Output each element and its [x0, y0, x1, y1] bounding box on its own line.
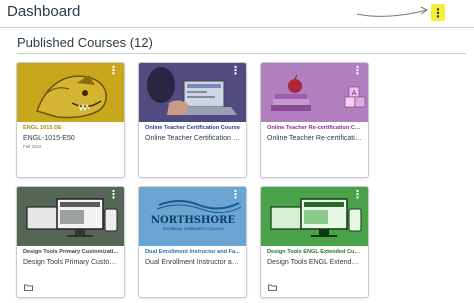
course-card[interactable]: NORTHSHORE TECHNICAL COMMUNITY COLLEGE ⋮… [138, 186, 247, 298]
published-courses-heading: Published Courses (12) [17, 35, 153, 50]
course-card-image[interactable]: ⋮ [139, 63, 246, 122]
card-options-icon[interactable]: ⋮ [352, 190, 363, 201]
dashboard-header: Dashboard ⋮ [0, 0, 474, 28]
course-term: Fall 2022 [23, 144, 42, 149]
svg-text:TECHNICAL COMMUNITY COLLEGE: TECHNICAL COMMUNITY COLLEGE [161, 227, 224, 231]
card-options-icon[interactable]: ⋮ [352, 66, 363, 77]
kebab-icon: ⋮ [432, 5, 444, 20]
course-card[interactable]: ⋮ Online Teacher Certification Course On… [138, 62, 247, 178]
course-name: Dual Enrollment Instructor an... [145, 259, 240, 266]
course-card[interactable]: A ⋮ Online Teacher Re-certification Cour… [260, 62, 369, 178]
folder-icon[interactable] [24, 284, 33, 291]
course-code[interactable]: Design Tools Primary Customizati... [23, 249, 118, 256]
course-name: ENGL-1015-E50 [23, 135, 75, 142]
course-card-image[interactable]: ⋮ [17, 63, 124, 122]
course-name: Online Teacher Re-certification ... [267, 135, 362, 142]
svg-text:NORTHSHORE: NORTHSHORE [151, 215, 236, 226]
course-card-image[interactable]: NORTHSHORE TECHNICAL COMMUNITY COLLEGE ⋮ [139, 187, 246, 246]
card-options-icon[interactable]: ⋮ [108, 190, 119, 201]
course-code[interactable]: Dual Enrollment Instructor and Fa... [145, 249, 240, 256]
card-options-icon[interactable]: ⋮ [230, 190, 241, 201]
course-card[interactable]: ⋮ Design Tools Primary Customizati... De… [16, 186, 125, 298]
course-code[interactable]: Online Teacher Re-certification Course [267, 125, 362, 132]
course-card[interactable]: ⋮ Design Tools ENGL Extended Cust... Des… [260, 186, 369, 298]
course-name: Online Teacher Certification C... [145, 135, 240, 142]
course-code[interactable]: ENGL 1015 DE [23, 125, 118, 132]
course-name: Design Tools ENGL Extended ... [267, 259, 362, 266]
course-code[interactable]: Online Teacher Certification Course [145, 125, 240, 132]
course-card-image[interactable]: ⋮ [261, 187, 368, 246]
dashboard-options-button[interactable]: ⋮ [431, 4, 445, 21]
course-card-image[interactable]: ⋮ [17, 187, 124, 246]
page-title: Dashboard [7, 3, 81, 20]
svg-text:A: A [352, 89, 357, 97]
section-divider [17, 53, 466, 54]
course-code[interactable]: Design Tools ENGL Extended Cust... [267, 249, 362, 256]
card-options-icon[interactable]: ⋮ [230, 66, 241, 77]
course-card-image[interactable]: A ⋮ [261, 63, 368, 122]
course-card[interactable]: ⋮ ENGL 1015 DE ENGL-1015-E50 Fall 2022 [16, 62, 125, 178]
card-options-icon[interactable]: ⋮ [108, 66, 119, 77]
folder-icon[interactable] [268, 284, 277, 291]
annotation-arrow [356, 6, 428, 17]
course-name: Design Tools Primary Customizi... [23, 259, 118, 266]
